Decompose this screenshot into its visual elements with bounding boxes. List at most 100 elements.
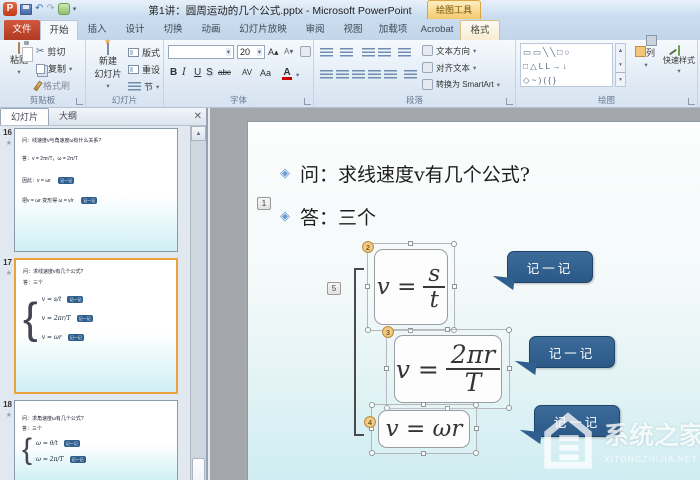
shapes-more-icon[interactable]: ▾ — [616, 72, 625, 87]
phonetic-guide-icon[interactable] — [300, 46, 311, 57]
font-size-dropdown-icon[interactable]: ▾ — [256, 48, 262, 56]
selection-handle[interactable] — [473, 402, 479, 408]
formula-box-1-selection[interactable] — [365, 241, 457, 333]
align-center-icon[interactable] — [336, 70, 349, 79]
align-right-icon[interactable] — [352, 70, 365, 79]
selection-handle[interactable] — [384, 366, 389, 371]
shapes-gallery[interactable]: ▭▭╲╲□○ □△LL→↓ ◇~)({} — [520, 43, 613, 87]
slide-answer-line[interactable]: ◈ 答：三个 — [280, 203, 376, 230]
slide-18-thumbnail[interactable]: 问：求角速度ω有几个公式? 答：三个 { ω = θ/t 记一记 ω = 2π/… — [14, 400, 178, 480]
smartart-dropdown-icon[interactable]: ▾ — [497, 81, 500, 89]
shapes-row-3[interactable]: ◇~)({} — [523, 73, 610, 87]
tab-home[interactable]: 开始 — [40, 20, 78, 40]
numbering-icon[interactable] — [340, 48, 353, 57]
tab-slideshow[interactable]: 幻灯片放映 — [230, 20, 296, 40]
quick-styles-dropdown-icon[interactable]: ▾ — [677, 68, 680, 75]
font-color-dropdown-icon[interactable]: ▾ — [296, 71, 299, 79]
selection-handle[interactable] — [365, 284, 370, 289]
shapes-row-2[interactable]: □△LL→↓ — [523, 59, 610, 73]
line-spacing-icon[interactable] — [398, 48, 411, 57]
tab-format[interactable]: 格式 — [460, 20, 500, 40]
copy-dropdown-icon[interactable]: ▾ — [69, 65, 72, 73]
selection-handle[interactable] — [507, 366, 512, 371]
panel-close-icon[interactable]: ✕ — [194, 110, 202, 124]
clipboard-dialog-launcher-icon[interactable] — [76, 98, 83, 105]
selection-handle[interactable] — [451, 241, 457, 247]
grow-font-button[interactable]: A▴ — [268, 45, 279, 59]
paragraph-dialog-launcher-icon[interactable] — [506, 98, 513, 105]
tab-view[interactable]: 视图 — [334, 20, 372, 40]
slide-16-thumbnail[interactable]: 问：线速度v与角速度ω有什么关系? 答：v = 2πr/T，ω = 2π/T 因… — [14, 128, 178, 252]
shapes-row-1[interactable]: ▭▭╲╲□○ — [523, 45, 610, 59]
drawing-dialog-launcher-icon[interactable] — [688, 98, 695, 105]
change-case-button[interactable]: Aa — [260, 66, 271, 80]
section-dropdown-icon[interactable]: ▾ — [156, 83, 159, 91]
selection-handle[interactable] — [421, 451, 426, 456]
selection-handle[interactable] — [408, 241, 413, 246]
panel-tab-slides[interactable]: 幻灯片 — [0, 108, 50, 125]
font-name-combo[interactable]: ▾ — [168, 45, 234, 59]
qat-dropdown-icon[interactable]: ▾ — [73, 5, 77, 13]
font-size-combo[interactable]: 20 ▾ — [237, 45, 265, 59]
tab-animations[interactable]: 动画 — [192, 20, 230, 40]
formula-group-bracket[interactable] — [354, 268, 364, 436]
font-dialog-launcher-icon[interactable] — [304, 98, 311, 105]
text-direction-button[interactable]: 文本方向 ▾ — [422, 43, 476, 58]
tab-transitions[interactable]: 切换 — [154, 20, 192, 40]
animation-badge-3[interactable]: 3 — [382, 326, 394, 338]
reset-button[interactable]: 重设 — [128, 62, 160, 77]
selection-handle[interactable] — [506, 405, 512, 411]
arrange-button[interactable]: 排列 ▾ — [630, 46, 662, 69]
formula-box-3-selection[interactable] — [369, 402, 479, 456]
save-icon[interactable] — [20, 3, 32, 15]
italic-button[interactable]: I — [182, 66, 186, 80]
memo-bubble-2[interactable]: 记一记 — [513, 336, 615, 376]
shapes-scroll-up-icon[interactable]: ▲ — [616, 44, 625, 58]
align-text-button[interactable]: 对齐文本 ▾ — [422, 60, 476, 75]
selection-handle[interactable] — [369, 450, 375, 456]
align-text-dropdown-icon[interactable]: ▾ — [473, 64, 476, 72]
selection-handle[interactable] — [445, 327, 450, 332]
paste-button[interactable]: 粘贴 ▾ — [4, 42, 34, 76]
undo-icon[interactable]: ↶ — [35, 3, 43, 15]
slide-17-animation-icon[interactable]: ★ — [2, 269, 12, 277]
panel-scrollbar[interactable]: ▲ — [190, 126, 206, 480]
animation-badge-2[interactable]: 2 — [362, 241, 374, 253]
quick-styles-button[interactable]: 快速样式 ▾ — [662, 45, 696, 75]
selection-handle[interactable] — [473, 450, 479, 456]
convert-smartart-button[interactable]: 转换为 SmartArt ▾ — [422, 77, 500, 92]
shapes-scroll-down-icon[interactable]: ▾ — [616, 58, 625, 72]
panel-scrollbar-thumb[interactable] — [192, 458, 205, 480]
shrink-font-button[interactable]: A▾ — [284, 45, 293, 59]
copy-button[interactable]: 复制 ▾ — [36, 61, 72, 76]
font-color-button[interactable]: A — [282, 66, 292, 80]
section-button[interactable]: 节 ▾ — [128, 79, 159, 94]
animation-badge-1[interactable]: 1 — [257, 197, 271, 210]
animation-badge-4[interactable]: 4 — [364, 416, 376, 428]
slide-18-animation-icon[interactable]: ★ — [2, 411, 12, 419]
text-direction-dropdown-icon[interactable]: ▾ — [473, 47, 476, 55]
formula-box-2-selection[interactable] — [384, 327, 512, 411]
panel-tab-outline[interactable]: 大纲 — [49, 108, 87, 125]
new-slide-dropdown-icon[interactable]: ▾ — [106, 83, 109, 90]
animation-badge-5[interactable]: 5 — [327, 282, 341, 295]
font-name-dropdown-icon[interactable]: ▾ — [225, 48, 231, 56]
slide-16-animation-icon[interactable]: ★ — [2, 139, 12, 147]
cut-button[interactable]: ✂ 剪切 — [36, 44, 65, 59]
underline-button[interactable]: U — [194, 66, 201, 80]
text-shadow-button[interactable]: S — [206, 66, 213, 80]
tab-acrobat[interactable]: Acrobat — [414, 20, 460, 40]
justify-icon[interactable] — [368, 70, 381, 79]
bullets-icon[interactable] — [320, 48, 333, 57]
bold-button[interactable]: B — [170, 66, 177, 80]
format-painter-button[interactable]: 格式刷 — [33, 78, 70, 93]
new-slide-button[interactable]: 新建 幻灯片 ▾ — [90, 43, 126, 90]
tab-design[interactable]: 设计 — [116, 20, 154, 40]
tab-addins[interactable]: 加载项 — [372, 20, 414, 40]
powerpoint-logo-icon[interactable]: P — [3, 2, 17, 16]
selection-handle[interactable] — [452, 284, 457, 289]
paste-dropdown-icon[interactable]: ▾ — [17, 69, 20, 76]
character-spacing-button[interactable]: AV — [242, 66, 252, 80]
align-left-icon[interactable] — [320, 70, 333, 79]
custom-qat-icon[interactable] — [57, 3, 70, 15]
